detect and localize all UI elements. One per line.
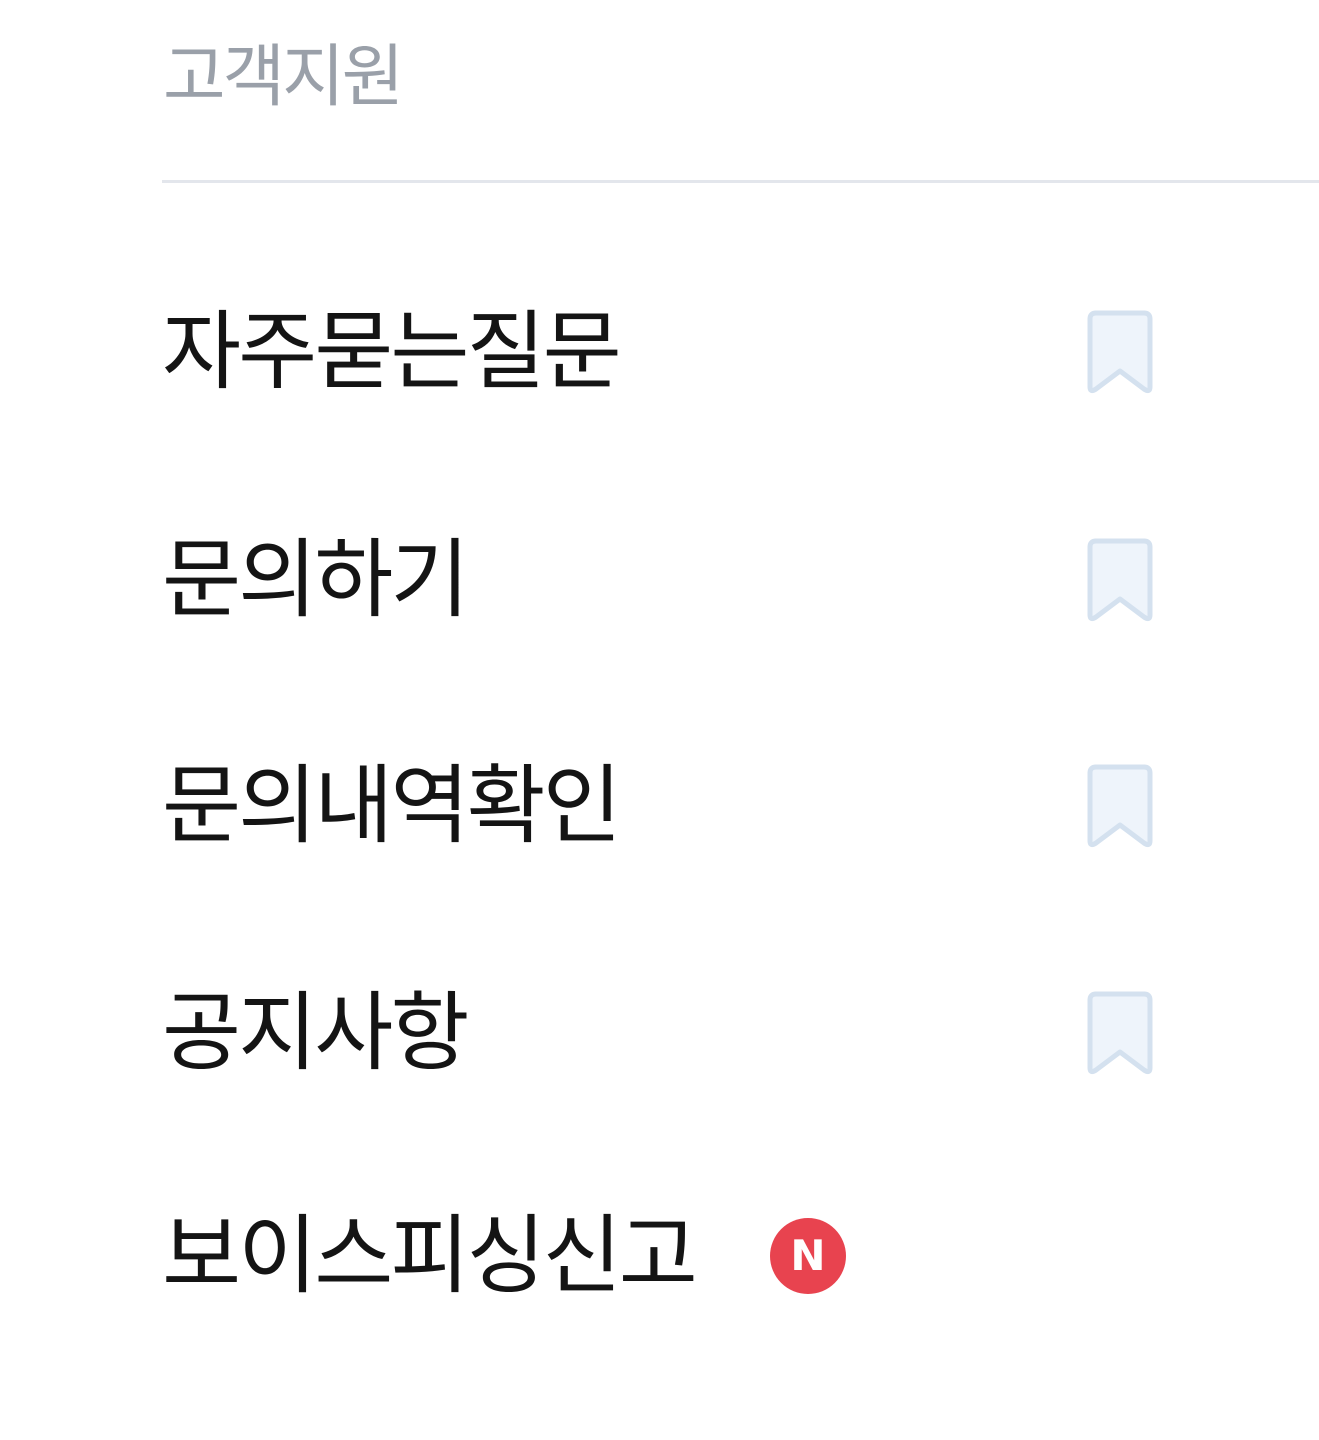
menu-item-notice[interactable]: 공지사항 xyxy=(162,968,1202,1098)
menu-item-label: 자주묻는질문 xyxy=(162,302,622,402)
bookmark-icon[interactable] xyxy=(1080,761,1160,851)
menu-item-faq[interactable]: 자주묻는질문 xyxy=(162,287,1202,417)
bookmark-icon[interactable] xyxy=(1080,307,1160,397)
bookmark-icon[interactable] xyxy=(1080,535,1160,625)
menu-item-label: 문의하기 xyxy=(162,530,469,630)
new-badge: N xyxy=(770,1218,846,1294)
menu-item-label: 문의내역확인 xyxy=(162,756,622,856)
support-menu-list: 자주묻는질문 문의하기 문의내역확인 공지사항 보이스피싱신고 N xyxy=(0,0,1319,1440)
menu-item-label: 보이스피싱신고 xyxy=(162,1206,698,1306)
bookmark-icon[interactable] xyxy=(1080,988,1160,1078)
menu-item-inquiry-history[interactable]: 문의내역확인 xyxy=(162,741,1202,871)
menu-item-voice-phishing-report[interactable]: 보이스피싱신고 N xyxy=(162,1191,1202,1321)
menu-item-label: 공지사항 xyxy=(162,983,469,1083)
menu-item-inquiry[interactable]: 문의하기 xyxy=(162,515,1202,645)
